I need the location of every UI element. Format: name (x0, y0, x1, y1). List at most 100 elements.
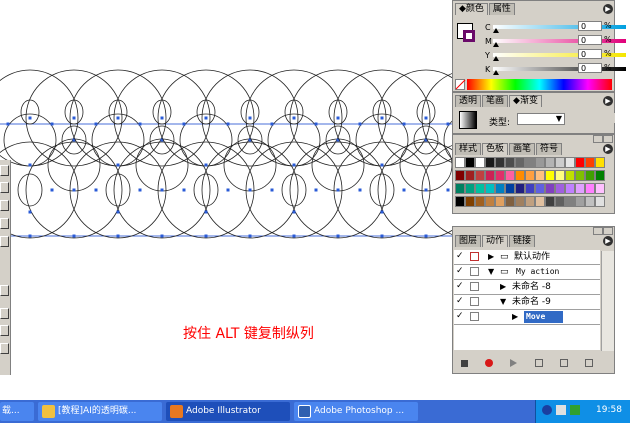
panel-menu-icon[interactable] (0, 285, 9, 296)
color-swatch[interactable] (545, 157, 555, 168)
tool-button[interactable] (0, 182, 9, 193)
color-swatch[interactable] (535, 157, 545, 168)
panel-menu-icon[interactable]: ▶ (603, 4, 613, 14)
color-swatch[interactable] (545, 170, 555, 181)
record-icon[interactable] (485, 359, 493, 367)
gradient-preview[interactable] (459, 111, 477, 129)
black-value[interactable]: 0 (578, 63, 602, 73)
new-action-icon[interactable] (560, 359, 568, 367)
stroke-swatch[interactable] (463, 30, 475, 42)
list-item[interactable]: ✓ ▶ ▭ 默认动作 (454, 250, 600, 265)
color-swatch[interactable] (505, 157, 515, 168)
color-swatch[interactable] (575, 157, 585, 168)
taskbar-item[interactable]: Adobe Photoshop ... (294, 402, 418, 421)
close-icon[interactable] (603, 135, 613, 143)
tab-actions[interactable]: 动作 (482, 235, 509, 247)
color-swatch[interactable] (545, 183, 555, 194)
tab-layers[interactable]: 图层 (455, 235, 482, 247)
color-swatch[interactable] (555, 196, 565, 207)
dialog-toggle-icon[interactable] (470, 252, 479, 261)
color-swatch[interactable] (525, 196, 535, 207)
color-swatch[interactable] (485, 170, 495, 181)
tab-color[interactable]: ◆颜色 (455, 3, 488, 15)
panel-menu-icon[interactable]: ▶ (603, 236, 613, 246)
color-swatch[interactable] (595, 157, 605, 168)
trash-icon[interactable] (585, 359, 593, 367)
color-swatch[interactable] (525, 183, 535, 194)
color-swatch[interactable] (585, 157, 595, 168)
color-swatch[interactable] (515, 170, 525, 181)
color-swatch[interactable] (455, 183, 465, 194)
tool-button[interactable] (0, 325, 9, 336)
new-set-icon[interactable] (535, 359, 543, 367)
list-item[interactable]: ✓ ▶ 未命名 -8 (454, 280, 600, 295)
color-swatch[interactable] (465, 183, 475, 194)
dialog-toggle-icon[interactable] (470, 282, 479, 291)
tab-transparency[interactable]: 透明 (455, 95, 482, 107)
color-swatch[interactable] (545, 196, 555, 207)
taskbar-item[interactable]: 载... (0, 402, 34, 421)
tool-button[interactable] (0, 218, 9, 229)
selected-step-label[interactable]: Move (524, 311, 564, 323)
tool-button[interactable] (0, 343, 9, 354)
color-swatch[interactable] (515, 183, 525, 194)
color-swatch[interactable] (585, 170, 595, 181)
color-swatch[interactable] (505, 196, 515, 207)
color-swatch[interactable] (585, 183, 595, 194)
list-item[interactable]: ✓ ▼ 未命名 -9 (454, 295, 600, 310)
slider-handle-icon[interactable] (493, 42, 499, 47)
scrollbar[interactable] (601, 251, 614, 351)
color-swatch[interactable] (595, 196, 605, 207)
color-swatch[interactable] (575, 183, 585, 194)
color-swatch[interactable] (495, 157, 505, 168)
color-swatch[interactable] (565, 157, 575, 168)
dialog-toggle-icon[interactable] (470, 312, 479, 321)
color-spectrum-bar[interactable] (467, 79, 612, 90)
list-item[interactable]: ✓ ▶ Move (454, 310, 600, 325)
color-swatch[interactable] (465, 196, 475, 207)
color-swatch[interactable] (575, 170, 585, 181)
expand-triangle-icon[interactable]: ▶ (512, 310, 518, 324)
color-swatch[interactable] (475, 157, 485, 168)
color-swatch[interactable] (595, 183, 605, 194)
color-swatch[interactable] (485, 183, 495, 194)
tab-swatches[interactable]: 色板 (482, 143, 509, 155)
color-swatch[interactable] (555, 170, 565, 181)
taskbar-item[interactable]: [教程]AI的透明碳... (38, 402, 162, 421)
panel-menu-icon[interactable]: ▶ (603, 144, 613, 154)
checkmark-icon[interactable]: ✓ (456, 282, 465, 291)
minimize-icon[interactable] (605, 113, 615, 123)
panel-menu-icon[interactable]: ▶ (603, 96, 613, 106)
tab-stroke[interactable]: 笔画 (482, 95, 509, 107)
tool-button[interactable] (0, 200, 9, 211)
checkmark-icon[interactable]: ✓ (456, 312, 465, 321)
close-icon[interactable] (0, 165, 9, 176)
color-swatch[interactable] (565, 196, 575, 207)
cyan-value[interactable]: 0 (578, 21, 602, 31)
color-swatch[interactable] (495, 183, 505, 194)
collapse-triangle-icon[interactable]: ▼ (488, 265, 494, 279)
color-swatch[interactable] (495, 170, 505, 181)
slider-handle-icon[interactable] (493, 56, 499, 61)
tray-app-icon[interactable] (570, 405, 580, 415)
gradient-type-select[interactable]: ▼ (517, 113, 565, 125)
slider-handle-icon[interactable] (493, 28, 499, 33)
color-swatch[interactable] (505, 183, 515, 194)
list-item[interactable]: ✓ ▼ ▭ My action (454, 265, 600, 280)
color-swatch[interactable] (585, 196, 595, 207)
magenta-value[interactable]: 0 (578, 35, 602, 45)
tray-app-icon[interactable] (556, 405, 566, 415)
color-swatch[interactable] (495, 196, 505, 207)
color-swatch[interactable] (475, 196, 485, 207)
color-swatch[interactable] (515, 157, 525, 168)
color-swatch[interactable] (535, 183, 545, 194)
color-swatch[interactable] (475, 183, 485, 194)
dialog-toggle-icon[interactable] (470, 297, 479, 306)
tab-brushes[interactable]: 画笔 (509, 143, 536, 155)
color-swatch[interactable] (565, 183, 575, 194)
expand-triangle-icon[interactable]: ▶ (488, 250, 494, 264)
yellow-value[interactable]: 0 (578, 49, 602, 59)
color-swatch[interactable] (535, 196, 545, 207)
minimize-icon[interactable] (593, 135, 603, 143)
none-color-icon[interactable] (455, 79, 466, 90)
